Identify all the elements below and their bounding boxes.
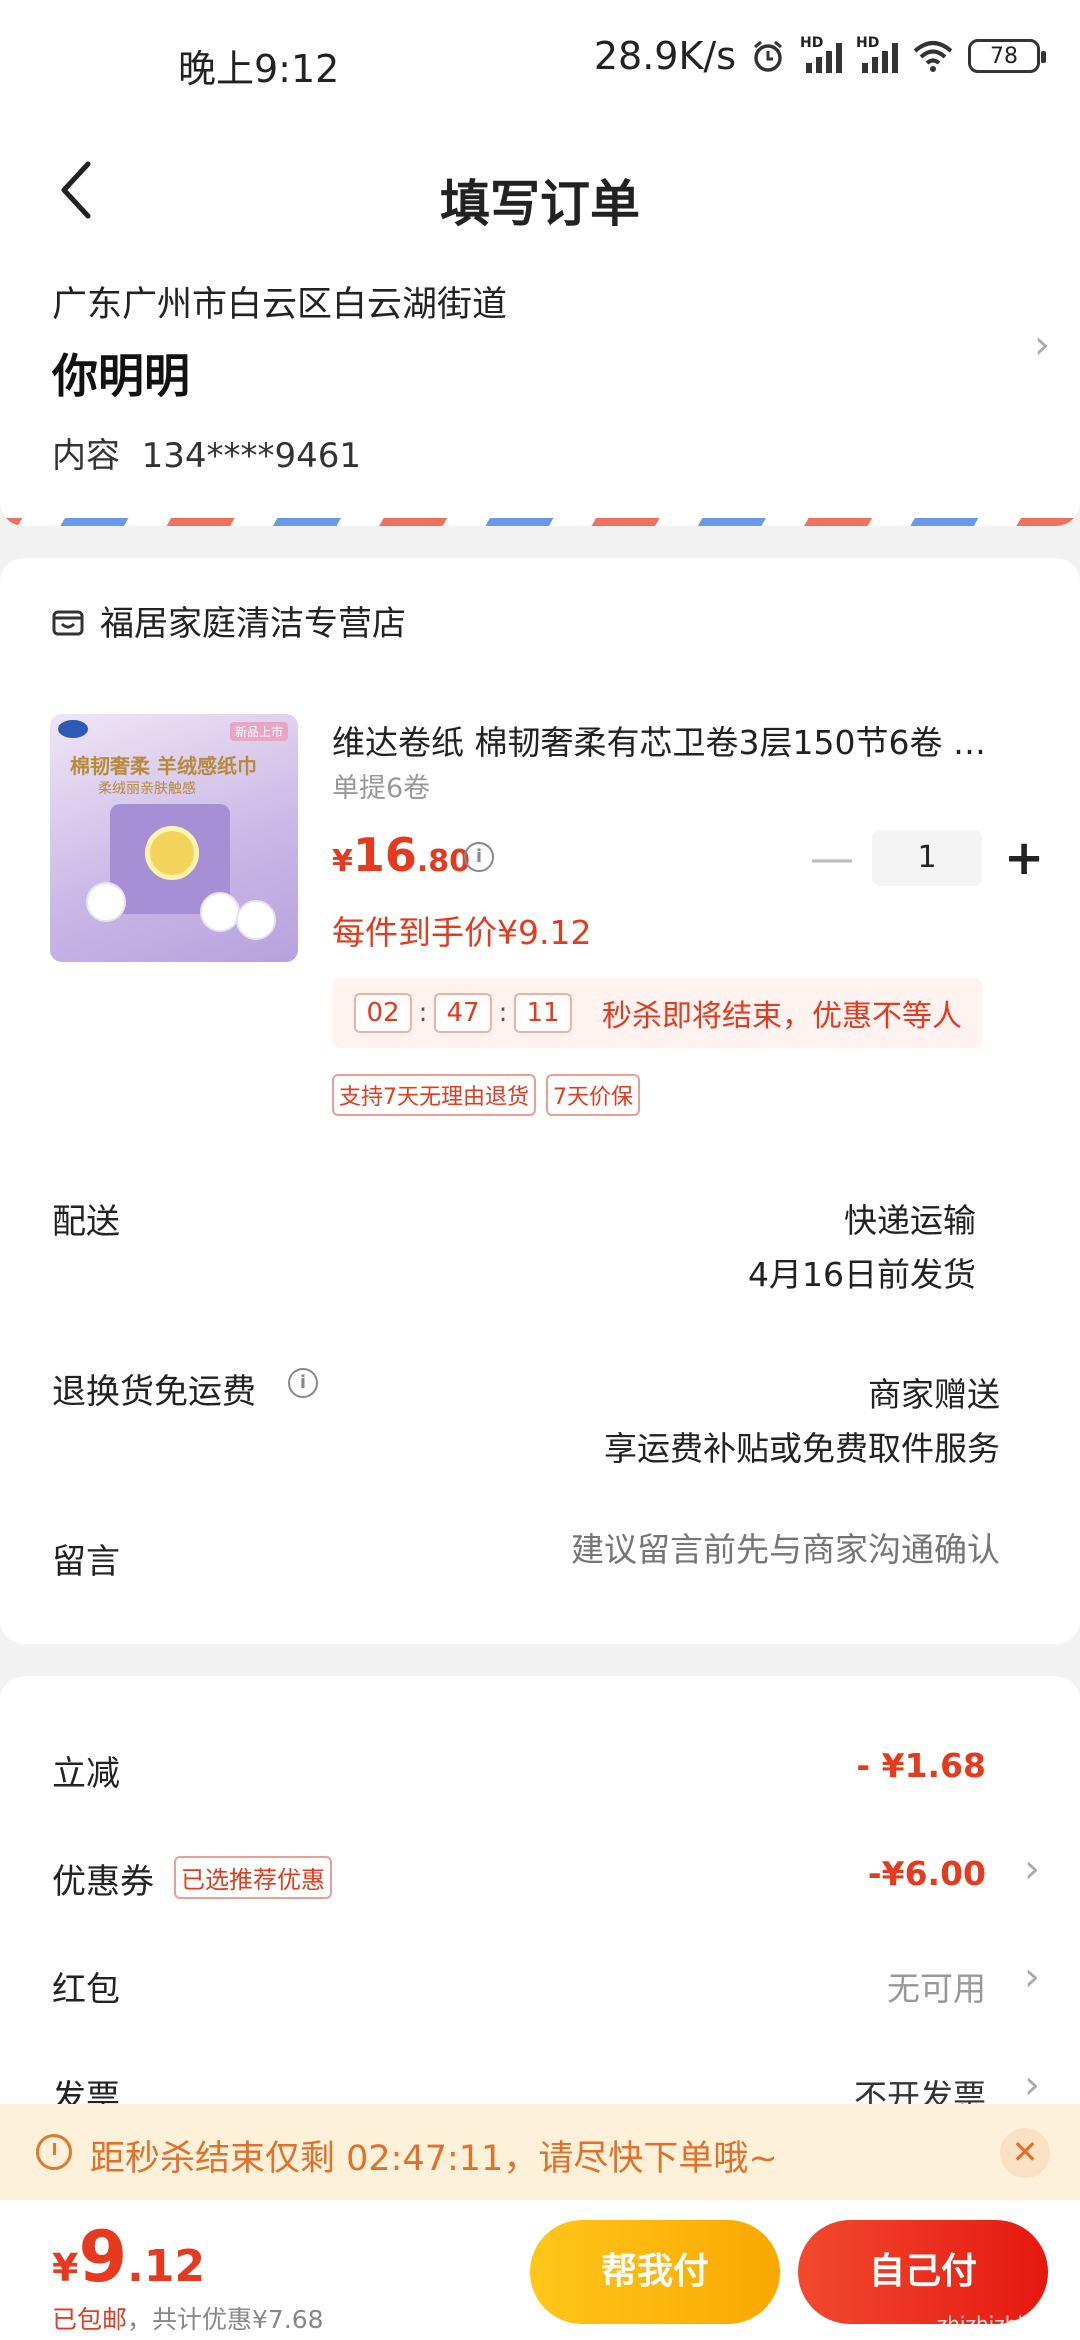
self-pay-button[interactable]: 自己付 (798, 2220, 1048, 2324)
redpacket-label: 红包 (52, 1970, 120, 2010)
product-spec: 单提6卷 (332, 773, 431, 804)
flash-sale-text: 距秒杀结束仅剩 02:47:11，请尽快下单哦~ (90, 2139, 778, 2179)
free-shipping-text: 已包邮 (52, 2305, 128, 2334)
airmail-border (0, 518, 1080, 526)
phone-label: 内容 (52, 436, 120, 476)
discount-card: 立减 - ¥1.68 优惠券 已选推荐优惠 -¥6.00 › 红包 无可用 › … (0, 1676, 1080, 2176)
saving-text: ，共计优惠¥7.68 (127, 2305, 324, 2334)
wifi-icon (913, 41, 953, 72)
quantity-stepper: — 1 + (810, 830, 1044, 886)
shop-name: 福居家庭清洁专营店 (100, 604, 406, 644)
return-shipping-value: 商家赠送 (868, 1375, 1000, 1414)
product-label-circle (145, 826, 199, 880)
shop-header[interactable]: 福居家庭清洁专营店 (52, 596, 406, 645)
status-indicators: 28.9K/s HD HD 78 (593, 34, 1046, 78)
return-shipping-detail: 享运费补贴或免费取件服务 (604, 1429, 1000, 1468)
countdown-message: 秒杀即将结束，优惠不等人 (602, 999, 962, 1034)
product-image-slogan: 棉韧奢柔 羊绒感纸巾 (70, 754, 257, 778)
store-icon (52, 610, 84, 635)
deal-price: 每件到手价¥9.12 (332, 913, 592, 952)
service-tag-price-protect: 7天价保 (546, 1074, 640, 1116)
alarm-icon (754, 40, 782, 72)
service-tag-return: 支持7天无理由退货 (332, 1074, 536, 1116)
price-info-icon[interactable]: i (464, 842, 494, 872)
help-pay-button[interactable]: 帮我付 (530, 2220, 780, 2324)
coupon-tag: 已选推荐优惠 (174, 1856, 332, 1899)
service-tags: 支持7天无理由退货 7天价保 (332, 1074, 640, 1116)
tissue-roll (86, 882, 126, 922)
total-summary: 已包邮，共计优惠¥7.68 (52, 2300, 324, 2336)
flash-sale-countdown: 02 : 47 : 11 秒杀即将结束，优惠不等人 (332, 978, 982, 1048)
recipient-phone: 内容 134****9461 (52, 428, 361, 477)
flash-sale-banner: 距秒杀结束仅剩 02:47:11，请尽快下单哦~ ✕ (0, 2104, 1080, 2200)
quantity-plus-button[interactable]: + (1004, 830, 1044, 886)
instant-discount-value: - ¥1.68 (856, 1746, 986, 1785)
chevron-right-icon[interactable]: › (1024, 1846, 1040, 1892)
instant-discount-label: 立减 (52, 1754, 120, 1794)
shop-card: 福居家庭清洁专营店 新品上市 棉韧奢柔 羊绒感纸巾 柔绒丽亲肤触感 维达卷纸 棉… (0, 558, 1080, 1644)
product-image-tag: 新品上市 (229, 722, 288, 741)
address-card[interactable]: 广东广州市白云区白云湖街道 你明明 内容 134****9461 › (0, 250, 1080, 526)
countdown-seconds: 11 (514, 993, 572, 1033)
network-speed: 28.9K/s (593, 34, 736, 78)
countdown-minutes: 47 (434, 993, 492, 1033)
product-image-subslogan: 柔绒丽亲肤触感 (98, 781, 196, 797)
bottom-bar: ¥9.12 已包邮，共计优惠¥7.68 帮我付 自己付 zhizhizhi.co… (0, 2200, 1080, 2340)
phone-number: 134****9461 (141, 436, 362, 476)
product-image[interactable]: 新品上市 棉韧奢柔 羊绒感纸巾 柔绒丽亲肤触感 (50, 714, 298, 962)
shipping-label: 配送 (52, 1202, 120, 1242)
page-header: 填写订单 (0, 120, 1080, 270)
redpacket-value[interactable]: 无可用 (887, 1962, 986, 2010)
total-price: ¥9.12 (52, 2216, 206, 2298)
coupon-value[interactable]: -¥6.00 (868, 1854, 986, 1893)
status-bar: 晚上9:12 28.9K/s HD HD 78 (0, 0, 1080, 120)
page-title: 填写订单 (440, 175, 640, 233)
quantity-value[interactable]: 1 (872, 830, 982, 886)
coupon-label: 优惠券 (52, 1862, 154, 1902)
shipping-method: 快递运输 (844, 1201, 976, 1240)
battery-icon: 78 (968, 39, 1046, 73)
tissue-roll (236, 900, 276, 940)
recipient-name: 你明明 (52, 349, 190, 403)
countdown-hours: 02 (354, 993, 412, 1033)
chevron-right-icon[interactable]: › (1024, 2062, 1040, 2108)
product-title[interactable]: 维达卷纸 棉韧奢柔有芯卫卷3层150节6卷 … (332, 716, 1032, 764)
message-label: 留言 (52, 1542, 120, 1582)
signal-icon: HD (856, 35, 898, 73)
address-region: 广东广州市白云区白云湖街道 (52, 285, 508, 325)
close-icon[interactable]: ✕ (1000, 2128, 1050, 2178)
status-time: 晚上9:12 (178, 47, 340, 91)
chevron-right-icon[interactable]: › (1034, 322, 1050, 368)
return-shipping-label: 退换货免运费 (52, 1372, 256, 1412)
signal-icon: HD (800, 35, 842, 73)
quantity-minus-button[interactable]: — (810, 833, 854, 884)
brand-logo (58, 720, 88, 738)
return-info-icon[interactable]: i (288, 1368, 318, 1398)
message-input[interactable] (400, 1530, 1000, 1569)
shipping-date: 4月16日前发货 (748, 1255, 976, 1294)
clock-icon (36, 2134, 72, 2170)
tissue-roll (200, 892, 240, 932)
watermark: zhizhizhi.com (936, 2312, 1072, 2336)
product-price: ¥16.80 (332, 828, 471, 882)
chevron-right-icon[interactable]: › (1024, 1954, 1040, 2000)
